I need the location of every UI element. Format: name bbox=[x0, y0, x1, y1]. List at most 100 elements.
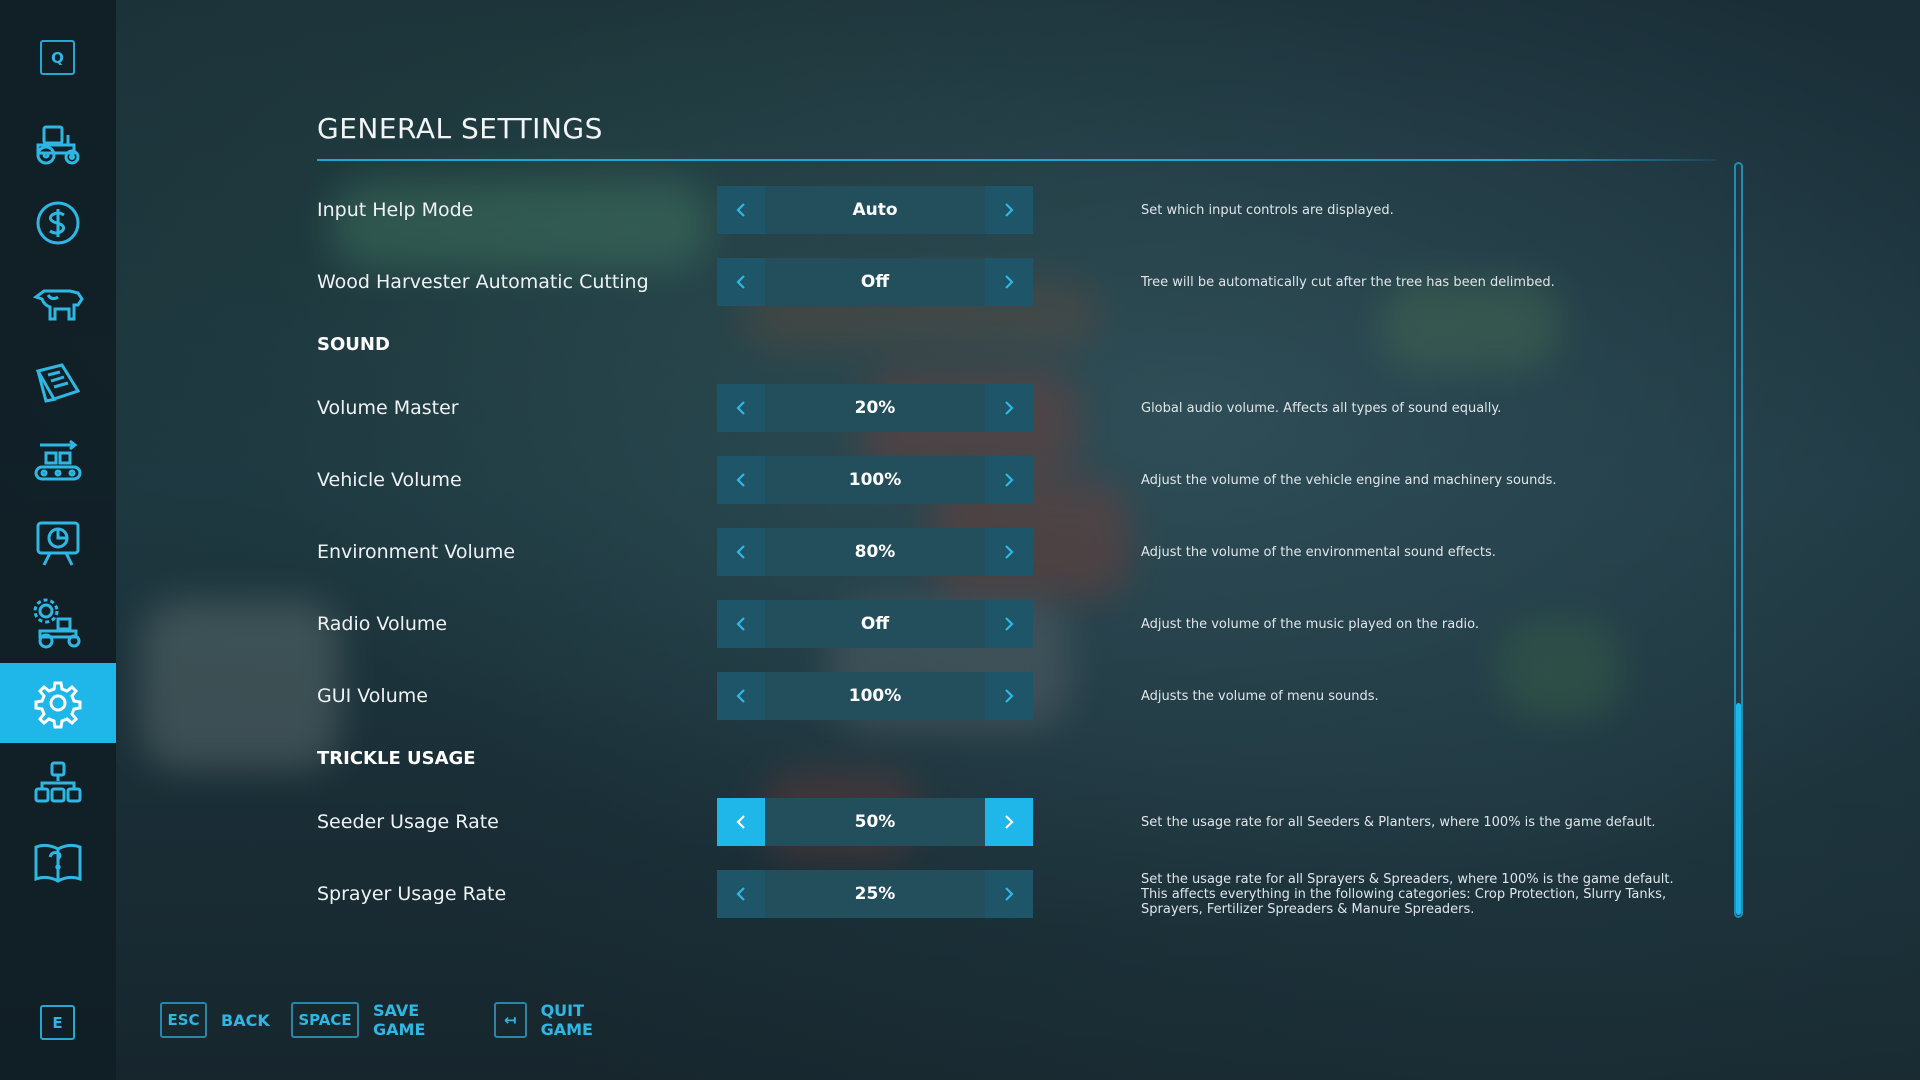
sidebar-item-vehicles[interactable] bbox=[0, 103, 116, 183]
section-heading-sound: SOUND bbox=[317, 334, 390, 355]
setting-row-volume-master: Volume Master 20% Global audio volume. A… bbox=[317, 384, 1687, 432]
sidebar-item-contracts[interactable] bbox=[0, 343, 116, 423]
statistics-board-icon bbox=[36, 521, 80, 566]
setting-label: GUI Volume bbox=[317, 685, 428, 707]
settings-gear-icon bbox=[34, 681, 82, 729]
option-value: Off bbox=[765, 600, 985, 648]
chevron-right-icon[interactable] bbox=[985, 384, 1033, 432]
chevron-right-icon[interactable] bbox=[985, 456, 1033, 504]
option-stepper[interactable]: Off bbox=[717, 258, 1033, 306]
sidebar: Q E bbox=[0, 0, 116, 1080]
help-book-icon bbox=[34, 843, 82, 883]
menu-next-keyhint[interactable]: E bbox=[40, 1005, 75, 1040]
sidebar-item-finances[interactable] bbox=[0, 183, 116, 263]
option-stepper[interactable]: 100% bbox=[717, 672, 1033, 720]
cow-icon bbox=[32, 289, 84, 321]
setting-description: Adjust the volume of the vehicle engine … bbox=[1141, 472, 1557, 488]
option-value: 100% bbox=[765, 456, 985, 504]
page-title: GENERAL SETTINGS bbox=[317, 112, 603, 145]
setting-description: Set the usage rate for all Sprayers & Sp… bbox=[1141, 871, 1674, 917]
contracts-icon bbox=[35, 363, 81, 403]
quit-game-button[interactable]: ↤ QUIT GAME bbox=[494, 1001, 597, 1039]
dollar-icon bbox=[36, 201, 80, 245]
chevron-right-icon[interactable] bbox=[985, 870, 1033, 918]
production-chain-icon bbox=[34, 439, 82, 481]
chevron-left-icon[interactable] bbox=[717, 600, 765, 648]
boxes-icon bbox=[34, 761, 82, 803]
option-stepper[interactable]: 80% bbox=[717, 528, 1033, 576]
tractor-icon bbox=[36, 125, 80, 165]
setting-row-vehicle-volume: Vehicle Volume 100% Adjust the volume of… bbox=[317, 456, 1687, 504]
setting-label: Wood Harvester Automatic Cutting bbox=[317, 271, 649, 293]
sidebar-item-animals[interactable] bbox=[0, 263, 116, 343]
sidebar-item-production[interactable] bbox=[0, 423, 116, 503]
background-blur bbox=[140, 600, 340, 770]
setting-row-seeder-usage-rate: Seeder Usage Rate 50% Set the usage rate… bbox=[317, 798, 1687, 846]
setting-row-radio-volume: Radio Volume Off Adjust the volume of th… bbox=[317, 600, 1687, 648]
chevron-right-icon[interactable] bbox=[985, 672, 1033, 720]
chevron-left-icon[interactable] bbox=[717, 870, 765, 918]
setting-row-input-help-mode: Input Help Mode Auto Set which input con… bbox=[317, 186, 1687, 234]
setting-label: Radio Volume bbox=[317, 613, 448, 635]
chevron-left-icon[interactable] bbox=[717, 384, 765, 432]
back-button[interactable]: ESC BACK bbox=[160, 1001, 270, 1039]
setting-label: Input Help Mode bbox=[317, 199, 474, 221]
setting-description: Set the usage rate for all Seeders & Pla… bbox=[1141, 814, 1656, 830]
setting-description: Set which input controls are displayed. bbox=[1141, 202, 1394, 218]
option-value: 25% bbox=[765, 870, 985, 918]
save-game-button[interactable]: SPACE SAVE GAME bbox=[291, 1001, 425, 1039]
option-value: Off bbox=[765, 258, 985, 306]
chevron-left-icon[interactable] bbox=[717, 528, 765, 576]
scrollbar-thumb[interactable] bbox=[1736, 703, 1741, 915]
chevron-left-icon[interactable] bbox=[717, 456, 765, 504]
backspace-keycap-icon: ↤ bbox=[494, 1002, 527, 1038]
chevron-left-icon[interactable] bbox=[717, 798, 765, 846]
chevron-left-icon[interactable] bbox=[717, 258, 765, 306]
setting-label: Seeder Usage Rate bbox=[317, 811, 499, 833]
option-value: Auto bbox=[765, 186, 985, 234]
sidebar-item-garage[interactable] bbox=[0, 583, 116, 663]
chevron-right-icon[interactable] bbox=[985, 600, 1033, 648]
chevron-right-icon[interactable] bbox=[985, 528, 1033, 576]
setting-description: Adjusts the volume of menu sounds. bbox=[1141, 688, 1379, 704]
setting-description: Global audio volume. Affects all types o… bbox=[1141, 400, 1502, 416]
setting-row-wood-harvester: Wood Harvester Automatic Cutting Off Tre… bbox=[317, 258, 1687, 306]
option-value: 20% bbox=[765, 384, 985, 432]
option-stepper[interactable]: Auto bbox=[717, 186, 1033, 234]
vehicle-settings-icon bbox=[33, 598, 81, 649]
esc-keycap: ESC bbox=[160, 1002, 207, 1038]
setting-row-sprayer-usage-rate: Sprayer Usage Rate 25% Set the usage rat… bbox=[317, 870, 1687, 918]
quit-game-label: QUIT GAME bbox=[540, 1001, 593, 1039]
sidebar-item-statistics[interactable] bbox=[0, 503, 116, 583]
option-stepper-focused[interactable]: 50% bbox=[717, 798, 1033, 846]
space-keycap: SPACE bbox=[291, 1002, 359, 1038]
setting-description: Adjust the volume of the music played on… bbox=[1141, 616, 1479, 632]
setting-label: Vehicle Volume bbox=[317, 469, 462, 491]
sidebar-item-constructions[interactable] bbox=[0, 743, 116, 823]
sidebar-item-settings[interactable] bbox=[0, 663, 116, 743]
sidebar-item-help[interactable] bbox=[0, 823, 116, 903]
option-value: 50% bbox=[765, 798, 985, 846]
setting-label: Environment Volume bbox=[317, 541, 516, 563]
chevron-left-icon[interactable] bbox=[717, 672, 765, 720]
back-label: BACK bbox=[221, 1010, 270, 1030]
chevron-right-icon[interactable] bbox=[985, 186, 1033, 234]
setting-label: Sprayer Usage Rate bbox=[317, 883, 507, 905]
option-stepper[interactable]: 20% bbox=[717, 384, 1033, 432]
setting-label: Volume Master bbox=[317, 397, 459, 419]
setting-row-gui-volume: GUI Volume 100% Adjusts the volume of me… bbox=[317, 672, 1687, 720]
save-game-label: SAVE GAME bbox=[373, 1001, 426, 1039]
chevron-right-icon[interactable] bbox=[985, 258, 1033, 306]
setting-description: Tree will be automatically cut after the… bbox=[1141, 274, 1555, 290]
option-stepper[interactable]: Off bbox=[717, 600, 1033, 648]
menu-prev-keyhint[interactable]: Q bbox=[40, 40, 75, 75]
setting-description: Adjust the volume of the environmental s… bbox=[1141, 544, 1496, 560]
chevron-left-icon[interactable] bbox=[717, 186, 765, 234]
chevron-right-icon[interactable] bbox=[985, 798, 1033, 846]
setting-row-environment-volume: Environment Volume 80% Adjust the volume… bbox=[317, 528, 1687, 576]
section-heading-trickle-usage: TRICKLE USAGE bbox=[317, 748, 476, 769]
option-stepper[interactable]: 25% bbox=[717, 870, 1033, 918]
option-value: 80% bbox=[765, 528, 985, 576]
option-stepper[interactable]: 100% bbox=[717, 456, 1033, 504]
title-divider bbox=[317, 159, 1717, 161]
